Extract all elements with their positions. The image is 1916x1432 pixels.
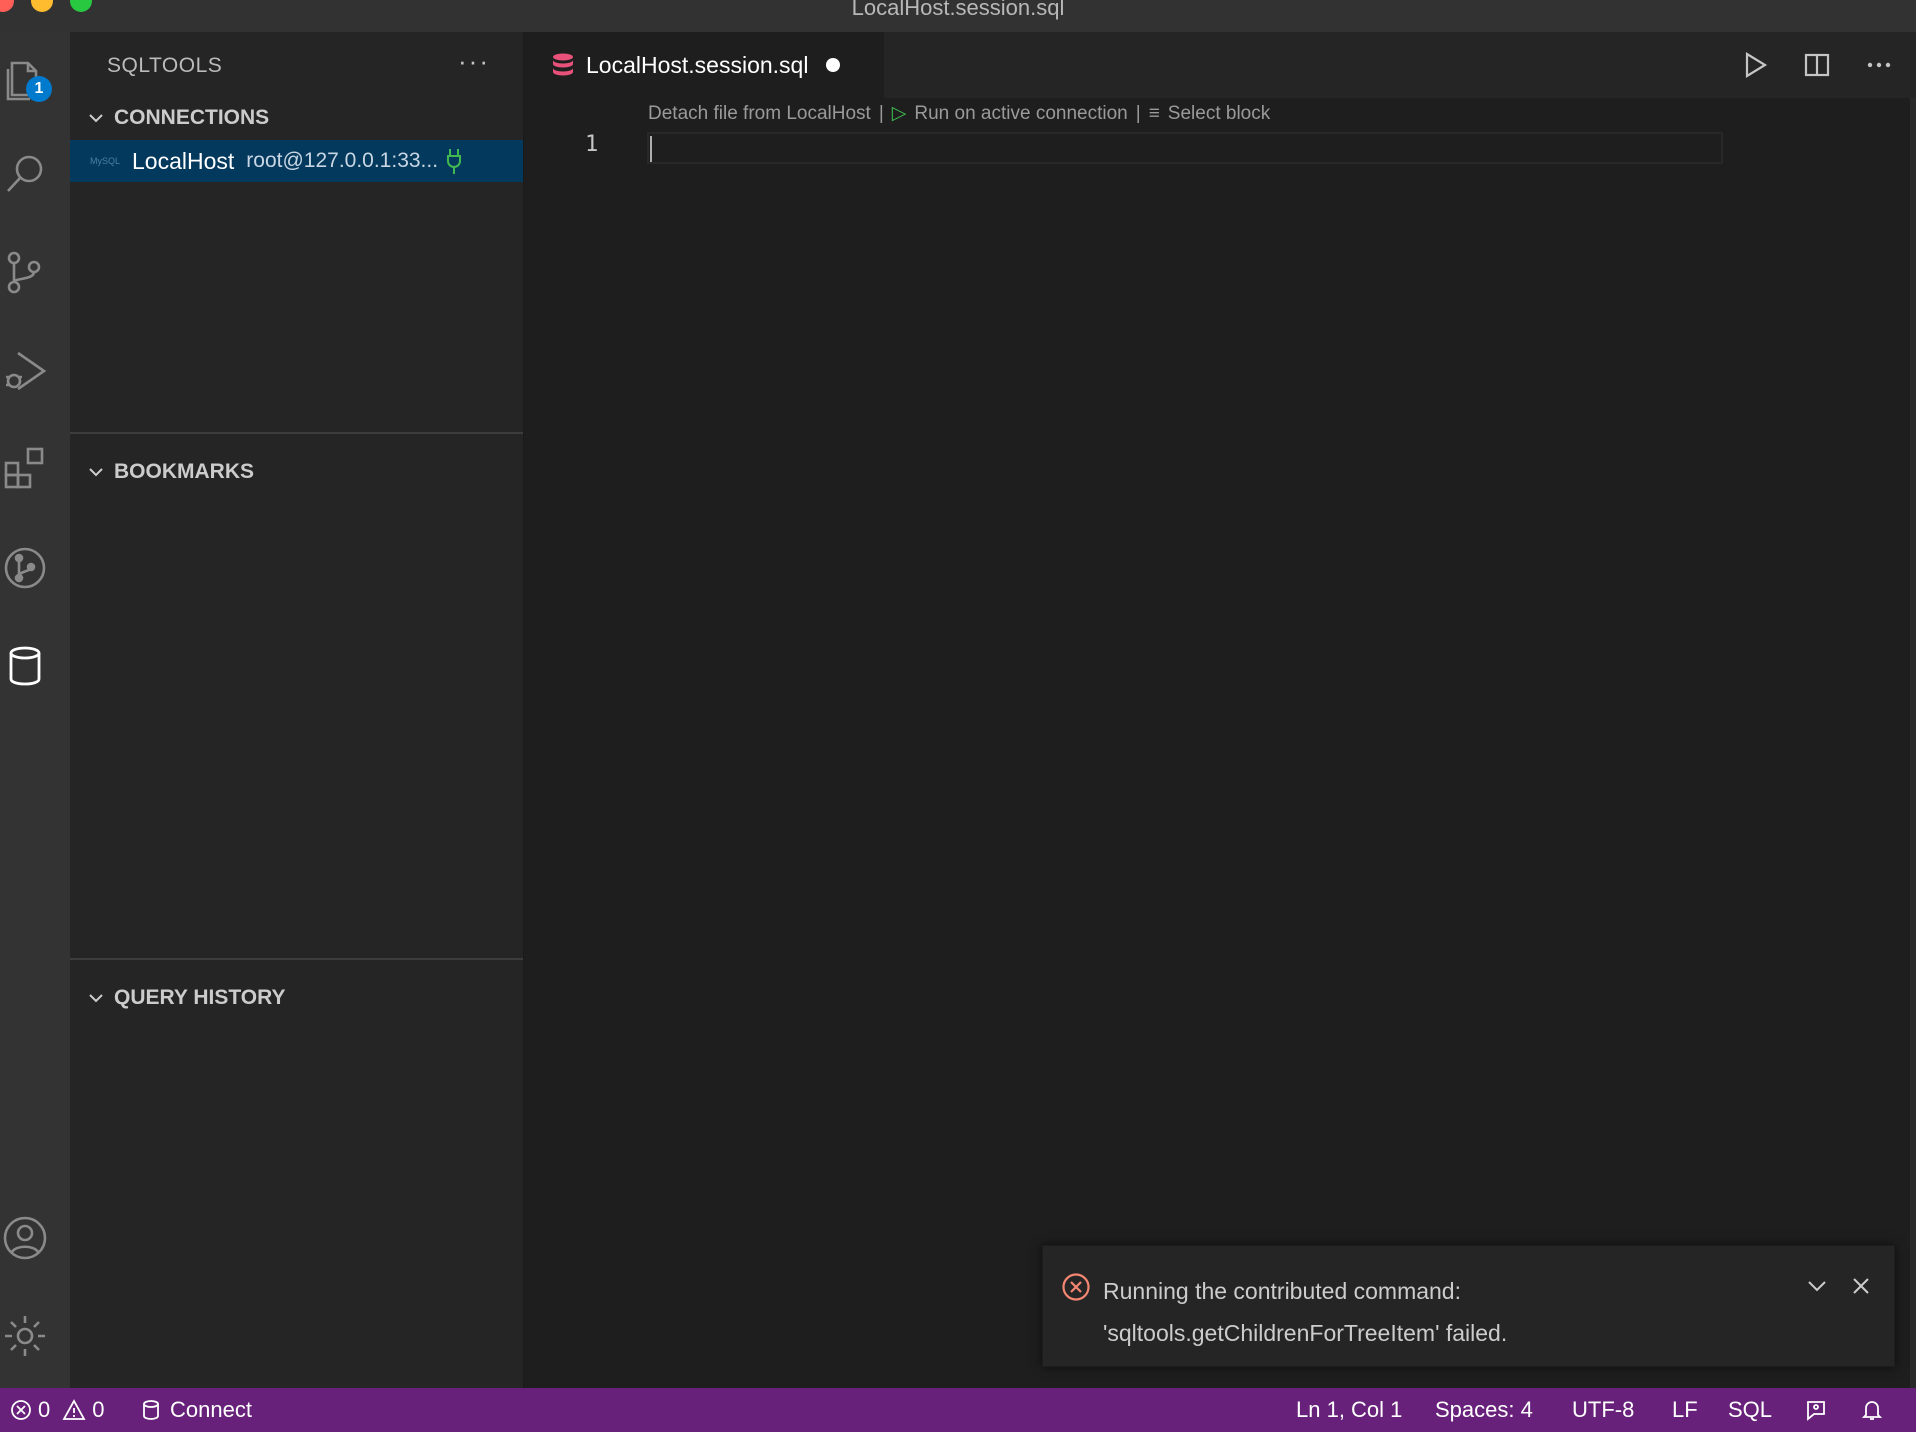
select-block-icon: ≡ (1148, 102, 1160, 124)
feedback-icon (1807, 1401, 1825, 1421)
explorer-badge: 1 (26, 76, 52, 102)
error-icon (11, 1400, 31, 1420)
editor-tab-bar: LocalHost.session.sql (524, 32, 1916, 98)
warning-icon (62, 1399, 86, 1420)
connections-header-label: CONNECTIONS (114, 106, 270, 129)
bell-icon (1861, 1401, 1883, 1420)
tab-label: LocalHost.session.sql (586, 51, 809, 78)
activity-sqltools[interactable] (0, 638, 50, 694)
run-button[interactable] (1738, 48, 1772, 82)
connection-item-localhost[interactable]: MySQL LocalHost root@127.0.0.1:33... (70, 140, 523, 182)
error-icon (1062, 1273, 1090, 1301)
end-of-line[interactable]: LF (1672, 1388, 1698, 1432)
section-divider (70, 958, 523, 960)
notification-message: Running the contributed command: 'sqltoo… (1103, 1270, 1507, 1354)
notification-line-1: Running the contributed command: (1103, 1278, 1461, 1304)
codelens: Detach file from LocalHost | ▷ Run on ac… (648, 102, 1270, 125)
editor-text-area[interactable] (647, 132, 1723, 164)
gear-icon (5, 1316, 45, 1356)
activity-run-debug[interactable] (0, 342, 50, 398)
more-actions-button[interactable] (1862, 48, 1896, 82)
views-more-actions-button[interactable]: ··· (458, 46, 490, 77)
indentation[interactable]: Spaces: 4 (1435, 1388, 1533, 1432)
activity-search[interactable] (0, 146, 50, 202)
source-control-icon (7, 251, 41, 294)
split-editor-icon (1804, 53, 1830, 77)
text-cursor (650, 136, 652, 162)
activity-bar: 1 (0, 32, 70, 1388)
line-number: 1 (585, 132, 599, 157)
window-title: LocalHost.session.sql (851, 0, 1065, 20)
codelens-separator: | (1135, 102, 1141, 124)
chevron-down-icon (89, 114, 103, 123)
run-debug-icon (6, 351, 47, 391)
play-icon (1745, 52, 1768, 78)
play-icon: ▷ (891, 103, 907, 124)
database-icon (9, 646, 41, 686)
detach-file-link[interactable]: Detach file from LocalHost (648, 103, 871, 125)
bookmarks-header[interactable]: BOOKMARKS (70, 452, 523, 492)
notification-close-button[interactable] (1847, 1272, 1875, 1300)
query-history-section: QUERY HISTORY (70, 978, 523, 1018)
activity-source-control[interactable] (0, 244, 50, 300)
sidebar-title: SQLTOOLS (107, 54, 223, 77)
bookmarks-header-label: BOOKMARKS (114, 460, 254, 483)
query-history-header[interactable]: QUERY HISTORY (70, 978, 523, 1018)
title-bar: LocalHost.session.sql (0, 0, 1916, 32)
connect-label: Connect (170, 1397, 252, 1422)
language-mode[interactable]: SQL (1728, 1388, 1772, 1432)
unsaved-dot-icon[interactable] (826, 58, 841, 72)
select-block-link[interactable]: Select block (1168, 103, 1270, 125)
split-editor-button[interactable] (1800, 48, 1834, 82)
plug-icon[interactable] (446, 147, 462, 175)
connect-status[interactable]: Connect (142, 1388, 252, 1432)
account-icon (3, 1216, 47, 1260)
activity-extensions[interactable] (0, 440, 50, 496)
bookmarks-section: BOOKMARKS (70, 452, 523, 492)
run-on-active-connection-link[interactable]: Run on active connection (914, 103, 1127, 125)
error-notification: Running the contributed command: 'sqltoo… (1042, 1245, 1895, 1367)
activity-manage[interactable] (0, 1308, 50, 1364)
activity-accounts[interactable] (0, 1210, 50, 1266)
database-file-icon (553, 53, 573, 76)
connection-description: root@127.0.0.1:33... (246, 149, 439, 172)
database-icon (143, 1400, 159, 1420)
problems-status[interactable]: 0 0 (10, 1388, 105, 1432)
close-icon (1853, 1278, 1869, 1294)
chevron-down-icon (89, 994, 103, 1003)
git-graph-icon (4, 547, 46, 589)
tab-localhost-session-sql[interactable]: LocalHost.session.sql (524, 32, 884, 98)
notification-expand-button[interactable] (1803, 1272, 1831, 1300)
sidebar: SQLTOOLS ··· CONNECTIONS MySQL LocalHost… (70, 32, 524, 1388)
section-divider (70, 432, 523, 434)
codelens-separator: | (878, 102, 884, 124)
activity-git-graph[interactable] (0, 540, 50, 596)
connections-section: CONNECTIONS (70, 98, 523, 138)
error-count: 0 (38, 1397, 51, 1422)
chevron-down-icon (89, 468, 103, 477)
notification-line-2: 'sqltools.getChildrenForTreeItem' failed… (1103, 1320, 1508, 1346)
editor-scrollbar[interactable] (1910, 98, 1916, 1388)
cursor-position[interactable]: Ln 1, Col 1 (1296, 1388, 1402, 1432)
status-bar: 0 0 Connect Ln 1, Col 1 Spaces: 4 UTF-8 … (0, 1388, 1916, 1432)
chevron-down-icon (1808, 1281, 1826, 1292)
editor-actions (1738, 32, 1896, 98)
connection-name: LocalHost (132, 147, 235, 174)
notifications-button[interactable] (1860, 1388, 1884, 1432)
feedback-button[interactable] (1804, 1388, 1828, 1432)
encoding[interactable]: UTF-8 (1572, 1388, 1634, 1432)
warning-count: 0 (92, 1397, 105, 1422)
ellipsis-icon (1867, 62, 1891, 68)
search-icon (7, 155, 43, 192)
connections-header[interactable]: CONNECTIONS (70, 98, 523, 138)
query-history-header-label: QUERY HISTORY (114, 986, 286, 1009)
extensions-icon (4, 447, 44, 489)
mysql-logo-icon: MySQL (90, 156, 121, 166)
